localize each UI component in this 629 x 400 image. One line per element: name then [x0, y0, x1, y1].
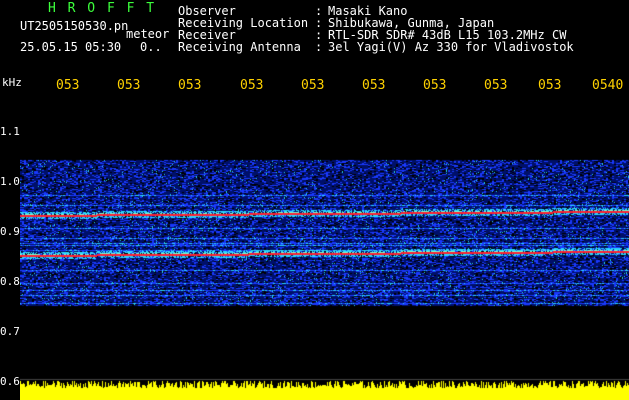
brand-title: H R O F F T [48, 1, 157, 16]
time-tick: 053 [178, 78, 202, 93]
antenna-label: Receiving Antenna [178, 40, 301, 54]
frequency-tick: 0.7 [0, 325, 20, 338]
frequency-tick: 0.6 [0, 375, 20, 388]
extra-value: 0.. [140, 40, 162, 54]
frequency-tick: 0.9 [0, 225, 20, 238]
frequency-tick: 0.8 [0, 275, 20, 288]
file-name: UT2505150530.pn [20, 19, 129, 33]
time-tick: 053 [484, 78, 508, 93]
time-tick: 053 [538, 78, 562, 93]
time-axis: 053 053 053 053 053 053 053 053 053 0540 [0, 78, 629, 96]
time-tick: 053 [423, 78, 447, 93]
header-panel: H R O F F T UT2505150530.pn meteor 25.05… [0, 0, 629, 72]
time-tick: 053 [301, 78, 325, 93]
frequency-axis: 1.1 1.0 0.9 0.8 0.7 0.6 [0, 110, 20, 400]
time-tick: 053 [117, 78, 141, 93]
spectrogram-canvas [20, 110, 629, 400]
separator: : [315, 40, 323, 54]
time-tick: 0540 [592, 78, 624, 93]
frequency-tick: 1.1 [0, 125, 20, 138]
time-tick: 053 [56, 78, 80, 93]
mode-label: meteor [126, 27, 170, 41]
observation-datetime: 25.05.15 05:30 [20, 40, 122, 54]
time-tick: 053 [362, 78, 386, 93]
time-tick: 053 [240, 78, 264, 93]
antenna-value: 3el Yagi(V) Az 330 for Vladivostok [328, 40, 574, 54]
frequency-tick: 1.0 [0, 175, 20, 188]
